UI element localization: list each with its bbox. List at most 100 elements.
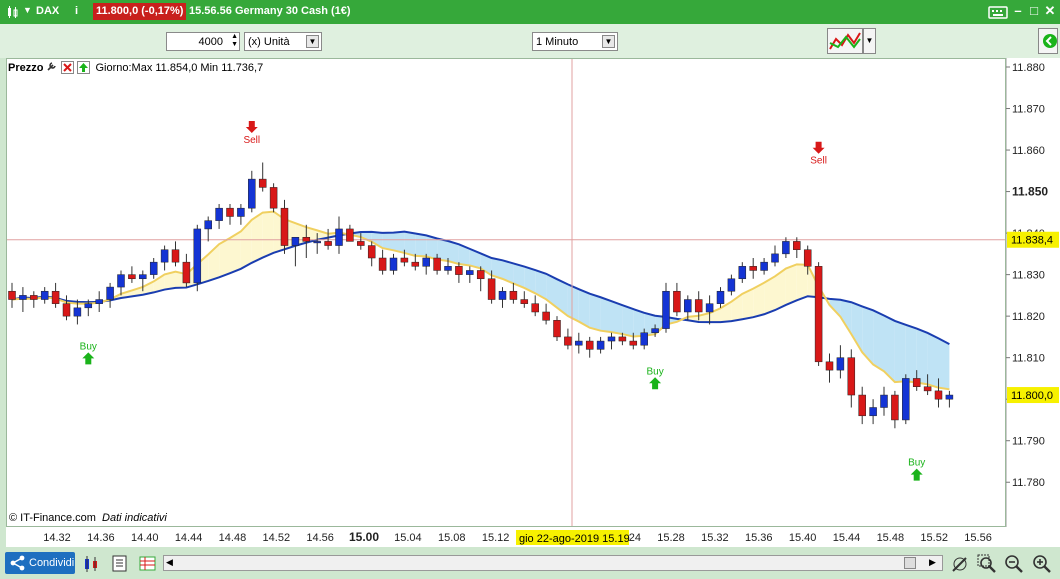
- ma-cloud-segment: [862, 306, 874, 365]
- candle-body: [128, 274, 136, 280]
- chevron-down-icon[interactable]: ▼: [306, 35, 319, 48]
- price-axis: 11.78011.79011.80011.81011.82011.83011.8…: [1005, 58, 1060, 527]
- indicators-dropdown[interactable]: ▼: [863, 28, 876, 54]
- buy-arrow-icon: [649, 377, 662, 390]
- candle-body: [182, 261, 191, 284]
- quantity-stepper[interactable]: 4000 ▲ ▼: [166, 32, 240, 51]
- timeframe-select[interactable]: 1 Minuto ▼: [532, 32, 618, 51]
- quantity-value: 4000: [198, 36, 223, 48]
- candle-body: [106, 286, 114, 300]
- candlestick-icon: [6, 5, 20, 22]
- instrument-description: Germany 30 Cash (1€): [235, 5, 351, 17]
- chevron-down-icon[interactable]: ▼: [602, 35, 615, 48]
- unit-select[interactable]: (x) Unità ▼: [244, 32, 322, 51]
- candle-body: [280, 207, 289, 246]
- candle-body: [673, 290, 681, 313]
- candle-body: [923, 386, 932, 392]
- close-icon[interactable]: ✕: [1042, 3, 1058, 19]
- buy-signal-label: Buy: [80, 341, 97, 352]
- candle-body: [651, 328, 659, 334]
- candle-body: [880, 394, 888, 408]
- scroll-right-icon[interactable]: ▶: [929, 557, 936, 568]
- candle-body: [455, 266, 463, 275]
- time-tick-label: 15.32: [701, 532, 729, 544]
- candle-body: [19, 295, 27, 300]
- move-up-icon[interactable]: [77, 61, 91, 74]
- candle-body: [825, 361, 834, 371]
- ma-cloud-segment: [894, 320, 906, 383]
- candle-body: [618, 336, 627, 342]
- candle-body: [73, 307, 82, 317]
- candle-body: [204, 220, 212, 230]
- last-price-label: 11.800,0: [1011, 390, 1053, 402]
- crosshair-price-label: 11.838,4: [1011, 235, 1053, 247]
- share-button[interactable]: Condividi: [5, 552, 75, 574]
- candle-body: [95, 299, 103, 304]
- sell-arrow-icon: [245, 120, 258, 133]
- ma-cloud-segment: [437, 238, 448, 262]
- candle-body: [803, 249, 812, 267]
- chart-canvas[interactable]: Buy Sell Buy Sell Buy: [7, 59, 1005, 526]
- candle-settings-icon[interactable]: [82, 555, 102, 576]
- ma-cloud-segment: [873, 310, 884, 372]
- indicators-button[interactable]: [827, 28, 863, 54]
- candle-body: [553, 320, 561, 338]
- horizontal-scrollbar[interactable]: ◀ ▶: [163, 555, 943, 571]
- candle-body: [149, 261, 158, 275]
- time-tick-label: 15.04: [394, 532, 422, 544]
- time-tick-label: 15.08: [438, 532, 466, 544]
- candle-body: [269, 187, 278, 209]
- candle-body: [335, 228, 343, 246]
- copyright: © IT-Finance.com: [9, 512, 96, 524]
- table-icon[interactable]: [139, 555, 157, 576]
- time-tick-label: 14.48: [219, 532, 247, 544]
- maximize-icon[interactable]: □: [1026, 3, 1042, 19]
- candle-body: [509, 290, 518, 300]
- candle-body: [564, 336, 572, 346]
- order-toolbar: 4000 ▲ ▼ (x) Unità ▼ 1 Minuto ▼ ▼: [0, 24, 1060, 58]
- candle-body: [357, 241, 365, 246]
- info-icon[interactable]: i: [75, 5, 78, 17]
- candle-body: [760, 261, 768, 271]
- ma-cloud-segment: [785, 264, 797, 305]
- candle-body: [215, 207, 223, 221]
- candle-body: [40, 290, 49, 300]
- list-icon[interactable]: [112, 555, 128, 576]
- zoom-in-icon[interactable]: [1032, 554, 1052, 577]
- data-attribution: © IT-Finance.com Dati indicativi: [9, 512, 167, 524]
- minimize-icon[interactable]: –: [1010, 3, 1026, 19]
- side-panel-button[interactable]: [1038, 28, 1058, 54]
- candle-body: [444, 266, 452, 271]
- price-tick-label: 11.810: [1012, 353, 1045, 365]
- ma-cloud-segment: [916, 328, 928, 385]
- ma-cloud-segment: [938, 338, 950, 390]
- day-range: Giorno:Max 11.854,0 Min 11.736,7: [95, 61, 264, 74]
- candle-body: [389, 257, 398, 271]
- server-time: 15.56.56: [189, 5, 232, 17]
- wrench-icon[interactable]: [46, 60, 58, 75]
- time-tick-label: 14.40: [131, 532, 159, 544]
- ma-cloud-segment: [251, 212, 263, 263]
- remove-icon[interactable]: [61, 61, 75, 74]
- dropdown-arrow-icon[interactable]: ▼: [23, 5, 32, 15]
- candle-body: [662, 290, 670, 329]
- candle-body: [585, 340, 594, 350]
- candle-body: [738, 266, 747, 280]
- keyboard-icon[interactable]: [988, 5, 1008, 22]
- scroll-left-icon[interactable]: ◀: [166, 557, 173, 568]
- scroll-thumb[interactable]: [904, 557, 916, 569]
- draw-tool-icon[interactable]: [950, 554, 970, 577]
- candle-body: [346, 228, 354, 242]
- price-chart[interactable]: Buy Sell Buy Sell Buy Prezzo Giorno:Max 11.8…: [6, 58, 1006, 527]
- price-tick-label: 11.870: [1012, 104, 1045, 116]
- zoom-out-icon[interactable]: [1004, 554, 1024, 577]
- price-tick-label: 11.780: [1012, 477, 1045, 489]
- candle-body: [226, 207, 234, 217]
- sell-arrow-icon: [812, 141, 825, 154]
- candle-body: [531, 303, 539, 313]
- candle-body: [313, 241, 321, 244]
- stepper-arrows-icon[interactable]: ▲ ▼: [231, 33, 238, 49]
- candle-body: [793, 241, 801, 250]
- unit-value: (x) Unità: [248, 36, 290, 48]
- zoom-fit-icon[interactable]: [977, 554, 997, 577]
